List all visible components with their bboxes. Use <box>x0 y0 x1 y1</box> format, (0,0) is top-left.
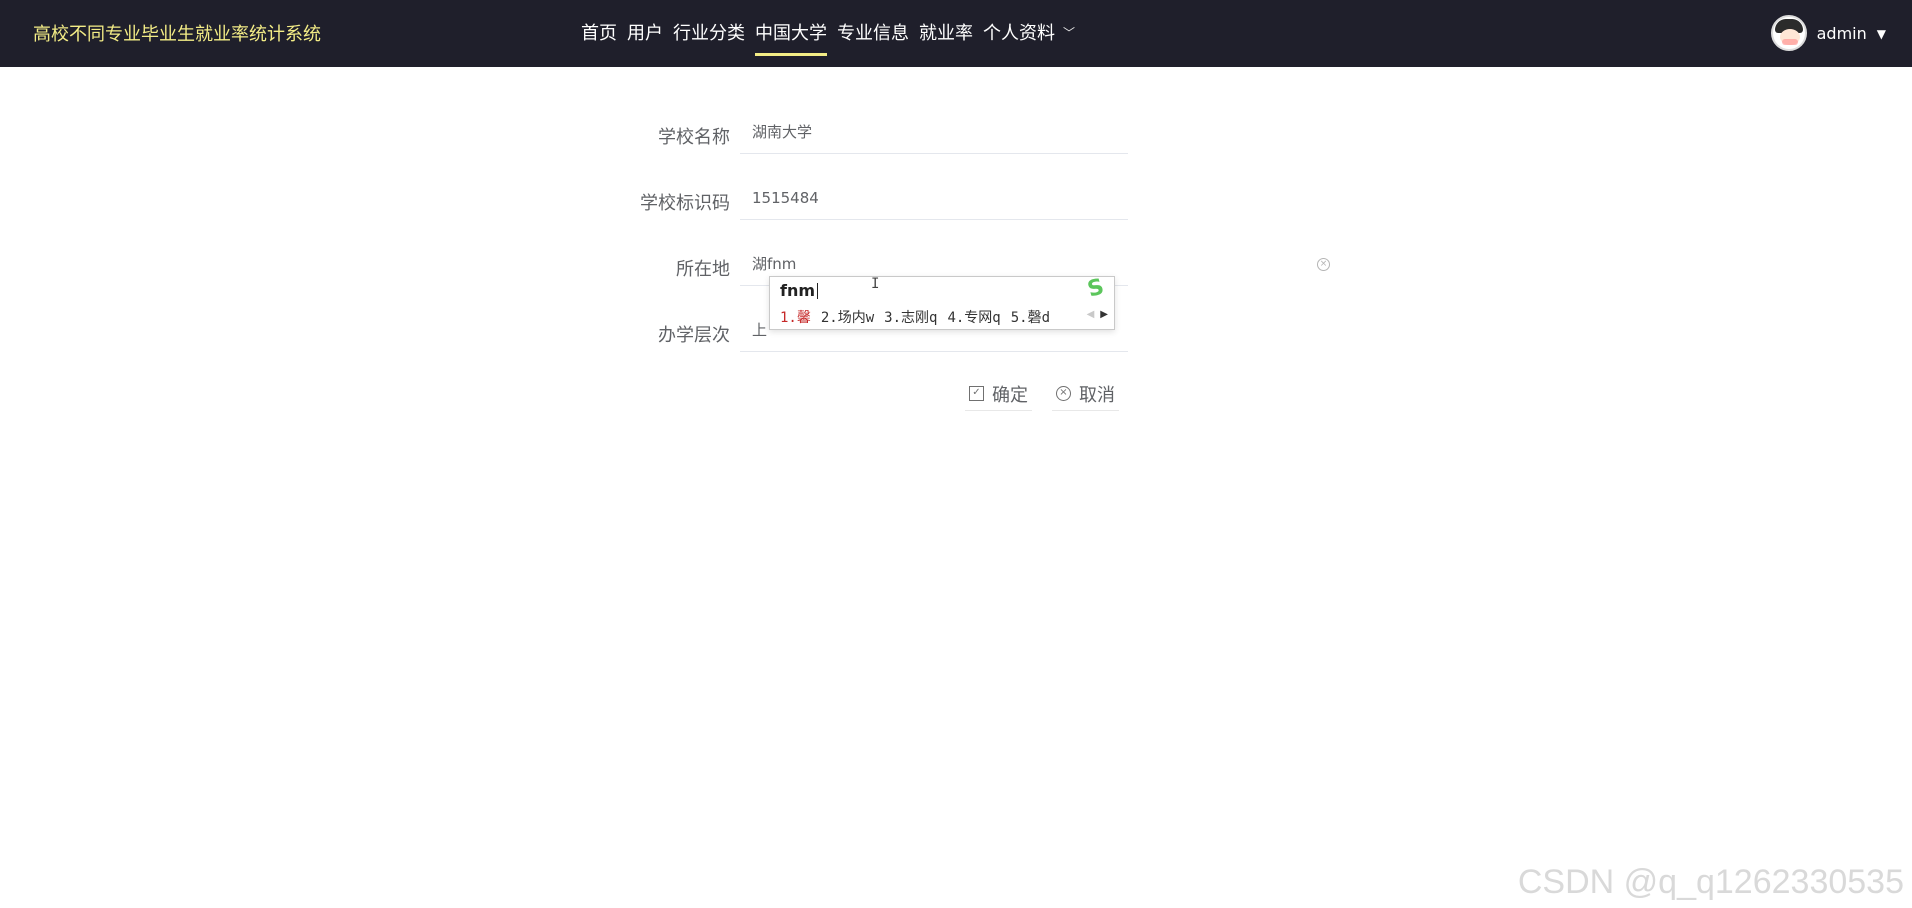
username: admin <box>1816 23 1867 43</box>
school-code-input[interactable] <box>752 188 1128 207</box>
text-cursor-icon: I <box>871 276 880 292</box>
nav-item-industry[interactable]: 行业分类 <box>668 0 750 67</box>
location-input[interactable] <box>752 254 1128 273</box>
ime-candidate[interactable]: 4.专网q <box>947 307 1000 327</box>
school-name-field[interactable] <box>740 110 1128 154</box>
user-menu[interactable]: admin ▼ <box>1770 14 1886 52</box>
cancel-label: 取消 <box>1079 384 1115 406</box>
caret-down-icon: ▼ <box>1876 27 1886 41</box>
nav-item-home[interactable]: 首页 <box>576 0 622 67</box>
nav-item-users[interactable]: 用户 <box>622 0 668 67</box>
checkbox-icon: ✓ <box>969 386 984 401</box>
ime-candidate[interactable]: 2.场内w <box>821 307 874 327</box>
form-actions: ✓ 确定 × 取消 <box>965 377 1119 411</box>
ime-candidate-list: 1.馨 2.场内w 3.志刚q 4.专网q 5.磬d <box>780 307 1050 327</box>
school-code-field[interactable] <box>740 176 1128 220</box>
location-label: 所在地 <box>676 259 730 280</box>
chevron-down-icon: ﹀ <box>1063 26 1076 40</box>
nav-item-china-universities[interactable]: 中国大学 <box>750 0 832 67</box>
sogou-s-icon: S <box>1084 274 1107 303</box>
top-navigation-bar: 高校不同专业毕业生就业率统计系统 首页 用户 行业分类 中国大学 专业信息 就业… <box>0 0 1912 67</box>
circle-x-icon: × <box>1056 386 1071 401</box>
ime-pager: ◀ ▶ <box>1087 309 1108 320</box>
school-code-label: 学校标识码 <box>640 193 730 214</box>
confirm-button[interactable]: ✓ 确定 <box>965 377 1032 411</box>
ime-candidate-window: fnm S 1.馨 2.场内w 3.志刚q 4.专网q 5.磬d ◀ ▶ <box>769 274 1115 330</box>
nav-item-profile-label: 个人资料 <box>983 23 1055 44</box>
cancel-button[interactable]: × 取消 <box>1052 377 1119 411</box>
school-name-label: 学校名称 <box>658 127 730 148</box>
triangle-right-icon[interactable]: ▶ <box>1100 309 1108 320</box>
watermark: CSDN @q_q1262330535 <box>1517 863 1904 901</box>
nav-item-profile[interactable]: 个人资料 ﹀ <box>978 0 1080 67</box>
avatar-icon <box>1770 15 1807 51</box>
clear-icon[interactable]: × <box>1317 258 1330 271</box>
form-row-school-name: 学校名称 <box>620 110 1180 176</box>
ime-composition-text: fnm <box>780 281 818 300</box>
ime-candidate[interactable]: 5.磬d <box>1011 307 1050 327</box>
ime-candidate[interactable]: 3.志刚q <box>884 307 937 327</box>
nav-item-employment-rate[interactable]: 就业率 <box>914 0 978 67</box>
app-title: 高校不同专业毕业生就业率统计系统 <box>33 24 321 45</box>
confirm-label: 确定 <box>992 384 1028 406</box>
triangle-left-icon[interactable]: ◀ <box>1087 309 1095 320</box>
education-level-label: 办学层次 <box>658 325 730 346</box>
main-nav: 首页 用户 行业分类 中国大学 专业信息 就业率 个人资料 ﹀ <box>576 0 1080 67</box>
ime-candidate[interactable]: 1.馨 <box>780 307 811 327</box>
nav-item-major-info[interactable]: 专业信息 <box>832 0 914 67</box>
form-row-school-code: 学校标识码 <box>620 176 1180 242</box>
school-name-input[interactable] <box>752 122 1128 141</box>
university-edit-form: 学校名称 学校标识码 所在地 办学层次 <box>620 110 1180 374</box>
